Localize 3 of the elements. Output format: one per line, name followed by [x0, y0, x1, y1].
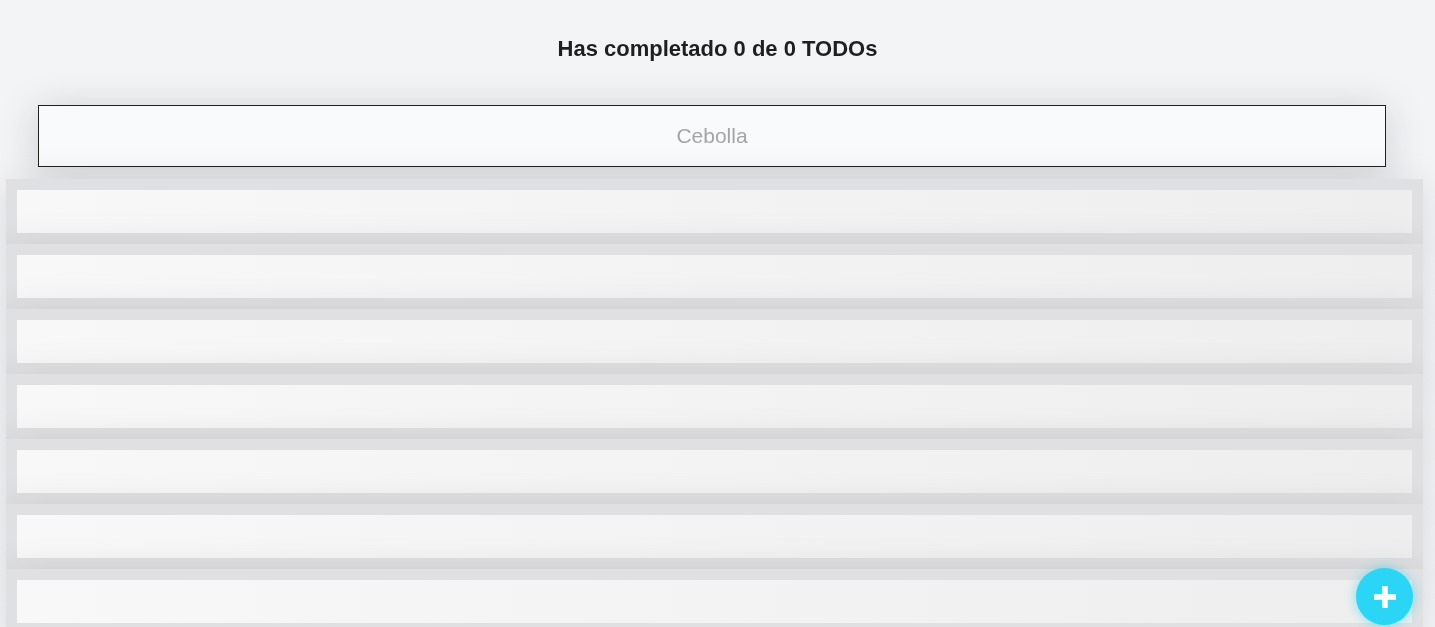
plus-icon	[1373, 585, 1396, 608]
completed-counter-title: Has completado 0 de 0 TODOs	[557, 36, 878, 62]
search-field[interactable]: Cebolla	[38, 105, 1386, 167]
